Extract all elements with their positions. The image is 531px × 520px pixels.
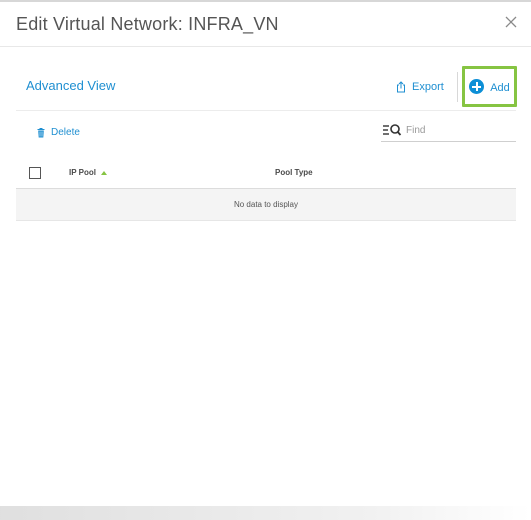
window-top-border: [0, 0, 531, 2]
table-header: IP Pool Pool Type: [16, 160, 516, 189]
plus-circle-icon: [469, 79, 485, 94]
column-label-ip-pool: IP Pool: [69, 168, 96, 177]
toolbar-separator: [457, 72, 458, 102]
select-all-checkbox[interactable]: [29, 167, 41, 179]
find-field[interactable]: [381, 119, 516, 142]
export-label: Export: [412, 81, 444, 93]
advanced-view-title: Advanced View: [26, 78, 116, 93]
trash-icon: [37, 127, 45, 137]
dialog-title: Edit Virtual Network: INFRA_VN: [16, 14, 279, 34]
empty-table-row: No data to display: [16, 189, 516, 221]
delete-button[interactable]: Delete: [37, 127, 80, 138]
find-input[interactable]: [406, 124, 506, 136]
sort-ascending-icon: [100, 170, 107, 175]
empty-message: No data to display: [233, 200, 299, 209]
column-header-pool-type[interactable]: Pool Type: [275, 168, 313, 177]
filter-search-icon: [383, 124, 402, 136]
title-divider: [0, 46, 531, 47]
add-button[interactable]: Add: [462, 66, 517, 107]
column-header-ip-pool[interactable]: IP Pool: [69, 168, 107, 177]
add-label: Add: [490, 81, 510, 94]
delete-label: Delete: [51, 127, 80, 138]
export-button[interactable]: Export: [396, 78, 444, 96]
close-icon[interactable]: [503, 14, 519, 30]
section-divider: [16, 110, 516, 111]
export-icon: [397, 81, 405, 93]
bottom-shadow: [0, 506, 531, 520]
